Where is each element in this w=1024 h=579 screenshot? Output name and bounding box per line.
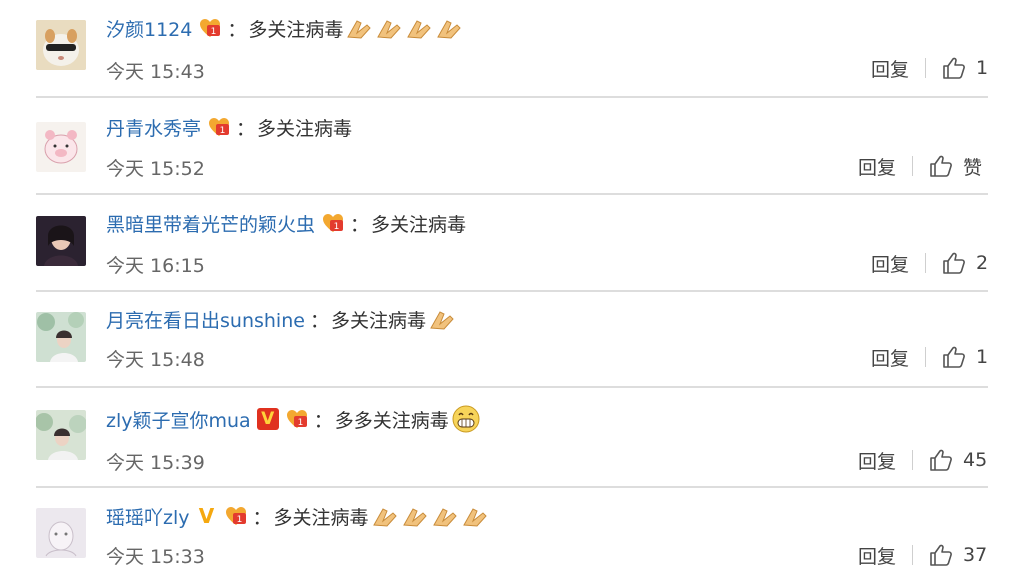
like-button[interactable]: 1 <box>942 56 988 80</box>
colon: ： <box>309 309 329 332</box>
comment-time: 今天 15:33 <box>106 546 205 568</box>
svg-text:1: 1 <box>297 418 303 428</box>
comment-time: 今天 15:48 <box>106 349 205 371</box>
comment-time: 今天 15:52 <box>106 158 205 180</box>
comment-line: 黑暗里带着光芒的颖火虫 1 ： 多关注病毒 <box>106 207 466 239</box>
reply-button[interactable]: 回复 <box>871 250 909 277</box>
comment-actions: 回复 2 <box>871 248 988 278</box>
username-link[interactable]: 月亮在看日出sunshine <box>106 306 305 333</box>
avatar[interactable] <box>36 312 86 362</box>
divider <box>925 58 927 78</box>
like-count: 1 <box>976 57 989 79</box>
avatar[interactable] <box>36 410 86 460</box>
fan-badge-icon[interactable]: 1 <box>224 504 248 528</box>
avatar[interactable] <box>36 122 86 172</box>
colon: ： <box>313 409 333 432</box>
comment-text: 多关注病毒 <box>248 18 344 41</box>
fan-badge-icon[interactable]: 1 <box>198 16 222 40</box>
comment-line: 月亮在看日出sunshine ： 多关注病毒 <box>106 303 458 335</box>
thumbs-up-icon <box>930 155 952 177</box>
comment-line: 瑶瑶吖zly V 1 ： 多关注病毒 <box>106 500 491 532</box>
comment-text: 多关注病毒 <box>257 117 353 140</box>
comment-text: 多关注病毒 <box>273 506 369 529</box>
comment-text: 多多关注病毒 <box>334 409 449 432</box>
comment-time: 今天 16:15 <box>106 255 205 277</box>
thumbs-up-icon <box>943 346 965 368</box>
svg-text:1: 1 <box>334 222 340 232</box>
clap-hands-emoji-icon <box>345 15 465 41</box>
row-divider <box>36 193 988 195</box>
comment-time: 今天 15:43 <box>106 61 205 83</box>
svg-text:1: 1 <box>211 27 217 37</box>
like-count: 45 <box>963 449 988 471</box>
colon: ： <box>227 18 247 41</box>
clap-hands-emoji-icon <box>428 306 458 332</box>
divider <box>925 253 927 273</box>
svg-text:1: 1 <box>220 126 226 136</box>
comment-line: 汐颜1124 1 ： 多关注病毒 <box>106 12 465 44</box>
comment-actions: 回复 1 <box>871 53 988 83</box>
username-link[interactable]: 丹青水秀亭 <box>106 114 201 141</box>
svg-text:1: 1 <box>236 515 242 525</box>
comment-time: 今天 15:39 <box>106 452 205 474</box>
username-link[interactable]: 黑暗里带着光芒的颖火虫 <box>106 210 315 237</box>
thumbs-up-icon <box>943 57 965 79</box>
comment-actions: 回复 1 <box>871 342 988 372</box>
like-count: 2 <box>976 252 989 274</box>
avatar[interactable] <box>36 20 86 70</box>
like-count: 37 <box>963 544 988 566</box>
divider <box>912 545 914 565</box>
like-count: 1 <box>976 346 989 368</box>
grin-face-emoji-icon <box>451 404 481 434</box>
reply-button[interactable]: 回复 <box>871 55 909 82</box>
username-link[interactable]: 瑶瑶吖zly <box>106 503 190 530</box>
avatar[interactable] <box>36 508 86 558</box>
row-divider <box>36 290 988 292</box>
colon: ： <box>252 506 272 529</box>
thumbs-up-icon <box>930 449 952 471</box>
comment-actions: 回复 37 <box>858 540 987 570</box>
reply-button[interactable]: 回复 <box>858 542 896 569</box>
comment-list: 汐颜1124 1 ： 多关注病毒 今天 15:43 回复 1 丹青水秀亭 1 ：… <box>0 0 1024 579</box>
divider <box>912 450 914 470</box>
colon: ： <box>236 117 256 140</box>
divider <box>912 156 914 176</box>
colon: ： <box>350 213 370 236</box>
username-link[interactable]: 汐颜1124 <box>106 15 192 42</box>
fan-badge-icon[interactable]: 1 <box>207 115 231 139</box>
row-divider <box>36 386 988 388</box>
reply-button[interactable]: 回复 <box>871 344 909 371</box>
comment-line: 丹青水秀亭 1 ： 多关注病毒 <box>106 111 352 143</box>
yellow-verified-v-icon: V <box>198 504 215 528</box>
thumbs-up-icon <box>943 252 965 274</box>
fan-badge-icon[interactable]: 1 <box>321 211 345 235</box>
comment-actions: 回复 45 <box>858 445 987 475</box>
row-divider <box>36 486 988 488</box>
like-button[interactable]: 37 <box>929 543 987 567</box>
avatar[interactable] <box>36 216 86 266</box>
like-button[interactable]: 1 <box>942 345 988 369</box>
reply-button[interactable]: 回复 <box>858 447 896 474</box>
like-button[interactable]: 赞 <box>929 153 982 180</box>
row-divider <box>36 96 988 98</box>
comment-text: 多关注病毒 <box>330 309 426 332</box>
like-button[interactable]: 2 <box>942 251 988 275</box>
red-verified-v-icon: V <box>256 408 279 430</box>
comment-actions: 回复 赞 <box>858 151 982 181</box>
like-count: 赞 <box>963 156 983 179</box>
fan-badge-icon[interactable]: 1 <box>285 407 309 431</box>
comment-line: zly颖子宣你mua V 1 ： 多多关注病毒 <box>106 403 481 435</box>
comment-text: 多关注病毒 <box>371 213 467 236</box>
thumbs-up-icon <box>930 544 952 566</box>
reply-button[interactable]: 回复 <box>858 153 896 180</box>
divider <box>925 347 927 367</box>
username-link[interactable]: zly颖子宣你mua <box>106 406 251 433</box>
clap-hands-emoji-icon <box>371 503 491 529</box>
like-button[interactable]: 45 <box>929 448 987 472</box>
